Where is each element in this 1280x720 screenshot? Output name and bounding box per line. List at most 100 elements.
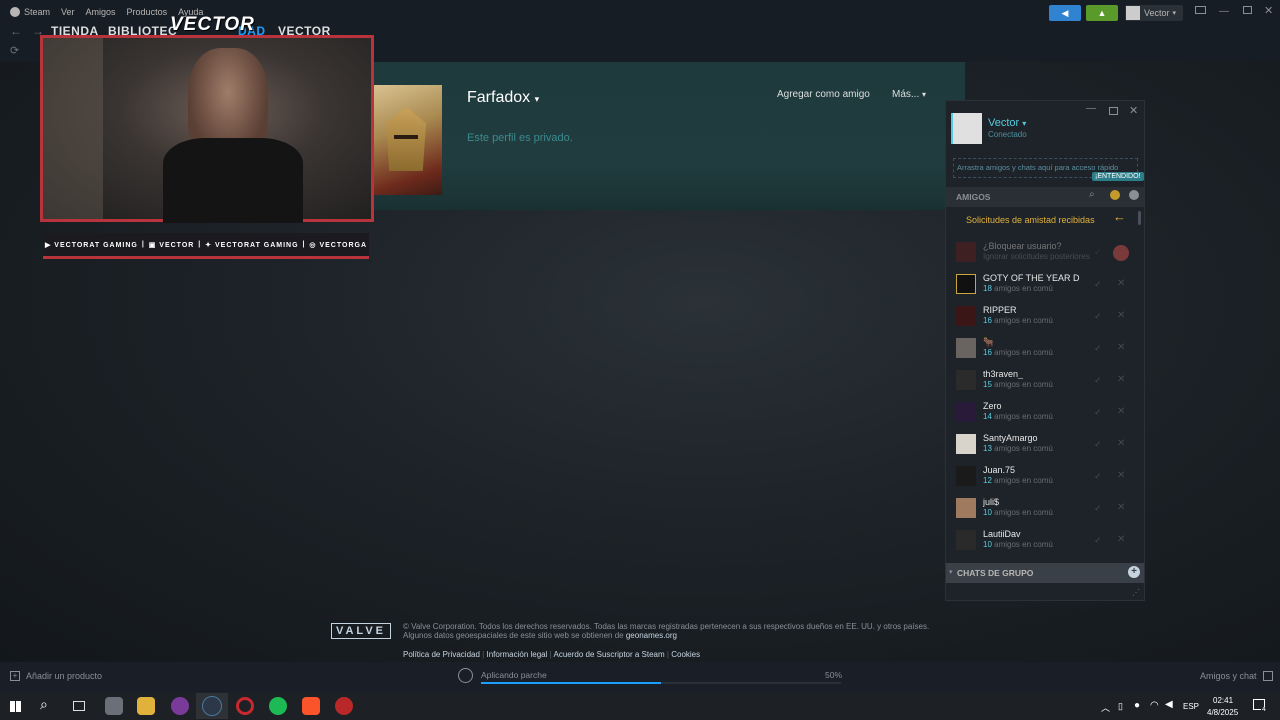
privacy-link[interactable]: Política de Privacidad [403, 650, 480, 659]
scrollbar[interactable] [1138, 211, 1141, 225]
menu-productos[interactable]: Productos [127, 0, 168, 24]
tray-device-icon[interactable]: ▯ [1118, 701, 1123, 712]
search-icon[interactable]: ⌕ [1089, 189, 1095, 200]
accept-icon[interactable]: ✓ [1094, 407, 1102, 418]
language-indicator[interactable]: ESP [1183, 702, 1199, 711]
accept-icon[interactable]: ✓ [1094, 247, 1102, 258]
accept-icon[interactable]: ✓ [1094, 535, 1102, 546]
accept-icon[interactable]: ✓ [1094, 375, 1102, 386]
menu-steam[interactable]: Steam [24, 0, 50, 24]
mutual-count: 16 [983, 348, 992, 357]
accept-icon[interactable]: ✓ [1094, 343, 1102, 354]
mutual-count: 10 [983, 540, 992, 549]
clock-time[interactable]: 02:41 [1213, 696, 1233, 705]
decline-icon[interactable]: ✕ [1117, 438, 1125, 449]
decline-icon[interactable]: ✕ [1117, 374, 1125, 385]
friend-request-row[interactable]: Juan.75 12 amigos en comú ✓ ✕ [946, 461, 1144, 493]
profile-name[interactable]: Farfadox ▾ [467, 89, 539, 107]
app-icon[interactable] [335, 697, 353, 715]
refresh-icon[interactable]: ⟳ [10, 44, 19, 57]
tray-chevron-icon[interactable]: ︿ [1101, 701, 1110, 714]
friend-request-row[interactable]: SantyAmargo 13 amigos en comú ✓ ✕ [946, 429, 1144, 461]
app-icon[interactable] [171, 697, 189, 715]
accept-icon[interactable]: ✓ [1094, 279, 1102, 290]
friend-request-row[interactable]: 🐂 16 amigos en comú ✓ ✕ [946, 333, 1144, 365]
app-icon[interactable] [105, 697, 123, 715]
menu-amigos[interactable]: Amigos [86, 0, 116, 24]
more-label: Más... [892, 89, 920, 100]
add-product-button[interactable]: + Añadir un producto [10, 671, 102, 681]
decline-icon[interactable]: ✕ [1117, 310, 1125, 321]
friend-request-row[interactable]: GOTY OF THE YEAR D 18 amigos en comú ✓ ✕ [946, 269, 1144, 301]
friend-request-row[interactable]: LautiiDav 10 amigos en comú ✓ ✕ [946, 525, 1144, 557]
close-icon[interactable]: ✕ [1264, 4, 1273, 17]
big-picture-icon[interactable] [1195, 6, 1206, 14]
friend-request-row[interactable]: th3raven_ 15 amigos en comú ✓ ✕ [946, 365, 1144, 397]
back-arrow-icon[interactable]: ← [10, 24, 22, 38]
announcements-button[interactable]: ◀ [1049, 5, 1081, 21]
avatar [956, 274, 976, 294]
spotify-icon[interactable] [269, 697, 287, 715]
mutual-suffix: amigos en comú [994, 476, 1053, 485]
minimize-icon[interactable]: — [1219, 6, 1229, 17]
resize-grip-icon[interactable]: ⋰ [1132, 588, 1140, 597]
maximize-icon[interactable] [1243, 6, 1252, 14]
friend-request-row[interactable]: RIPPER 16 amigos en comú ✓ ✕ [946, 301, 1144, 333]
notifications-button[interactable]: ▲ [1086, 5, 1118, 21]
decline-icon[interactable]: ✕ [1117, 342, 1125, 353]
search-icon[interactable]: ⌕ [40, 696, 48, 713]
ssa-link[interactable]: Acuerdo de Suscriptor a Steam [554, 650, 665, 659]
brave-icon[interactable] [302, 697, 320, 715]
account-menu[interactable]: Vector ▾ [1125, 5, 1183, 21]
self-name[interactable]: Vector ▾ [988, 117, 1026, 129]
download-status[interactable]: Aplicando parche [481, 670, 547, 680]
windows-start-icon[interactable] [10, 701, 21, 712]
webcam-overlay [40, 35, 374, 223]
accept-icon[interactable]: ✓ [1094, 311, 1102, 322]
wifi-icon[interactable]: ◠ [1150, 700, 1159, 711]
menu-ver[interactable]: Ver [61, 0, 75, 24]
add-group-icon[interactable]: + [1128, 566, 1140, 578]
megaphone-icon: ◀ [1061, 8, 1069, 18]
opera-icon[interactable] [236, 697, 254, 715]
close-icon[interactable]: ✕ [1129, 104, 1138, 117]
group-chats-header[interactable]: ▾ CHATS DE GRUPO + [946, 563, 1144, 583]
add-friend-button[interactable]: Agregar como amigo [777, 89, 870, 100]
download-percent: 50% [825, 670, 843, 680]
task-view-icon[interactable] [73, 701, 85, 711]
active-app-highlight [196, 693, 228, 719]
hint-ok-button[interactable]: ¡ENTENDIDO! [1092, 172, 1144, 181]
geonames-link[interactable]: geonames.org [626, 631, 677, 640]
steam-bottom-bar [0, 662, 1280, 692]
download-icon[interactable] [458, 668, 473, 683]
avatar [956, 338, 976, 358]
decline-icon[interactable]: ✕ [1117, 534, 1125, 545]
self-avatar[interactable] [951, 113, 982, 144]
clock-date[interactable]: 4/8/2025 [1207, 708, 1238, 717]
mutual-friends: 12 amigos en comú [983, 476, 1078, 485]
friend-request-row[interactable]: Zero 14 amigos en comú ✓ ✕ [946, 397, 1144, 429]
profile-avatar [372, 85, 442, 195]
friends-chat-button[interactable]: Amigos y chat [1200, 671, 1273, 681]
divider: | [141, 241, 145, 248]
maximize-icon[interactable] [1109, 107, 1118, 115]
decline-icon[interactable]: ✕ [1117, 278, 1125, 289]
friend-request-row[interactable]: juli$ 10 amigos en comú ✓ ✕ [946, 493, 1144, 525]
minimize-icon[interactable]: — [1086, 103, 1096, 114]
block-question[interactable]: ¿Bloquear usuario? [983, 241, 1083, 251]
decline-icon[interactable]: ✕ [1117, 502, 1125, 513]
volume-icon[interactable]: ◀ [1165, 699, 1173, 710]
microphone-icon[interactable]: ● [1134, 700, 1140, 711]
accept-icon[interactable]: ✓ [1094, 503, 1102, 514]
friend-requests-icon[interactable] [1110, 190, 1120, 200]
mutual-suffix: amigos en comú [994, 508, 1053, 517]
more-button[interactable]: Más... ▾ [892, 89, 926, 100]
add-friend-icon[interactable] [1129, 190, 1139, 200]
decline-icon[interactable]: ✕ [1117, 470, 1125, 481]
folder-icon[interactable] [137, 697, 155, 715]
accept-icon[interactable]: ✓ [1094, 439, 1102, 450]
cookies-link[interactable]: Cookies [671, 650, 700, 659]
decline-icon[interactable]: ✕ [1117, 406, 1125, 417]
accept-icon[interactable]: ✓ [1094, 471, 1102, 482]
legal-link[interactable]: Información legal [486, 650, 547, 659]
